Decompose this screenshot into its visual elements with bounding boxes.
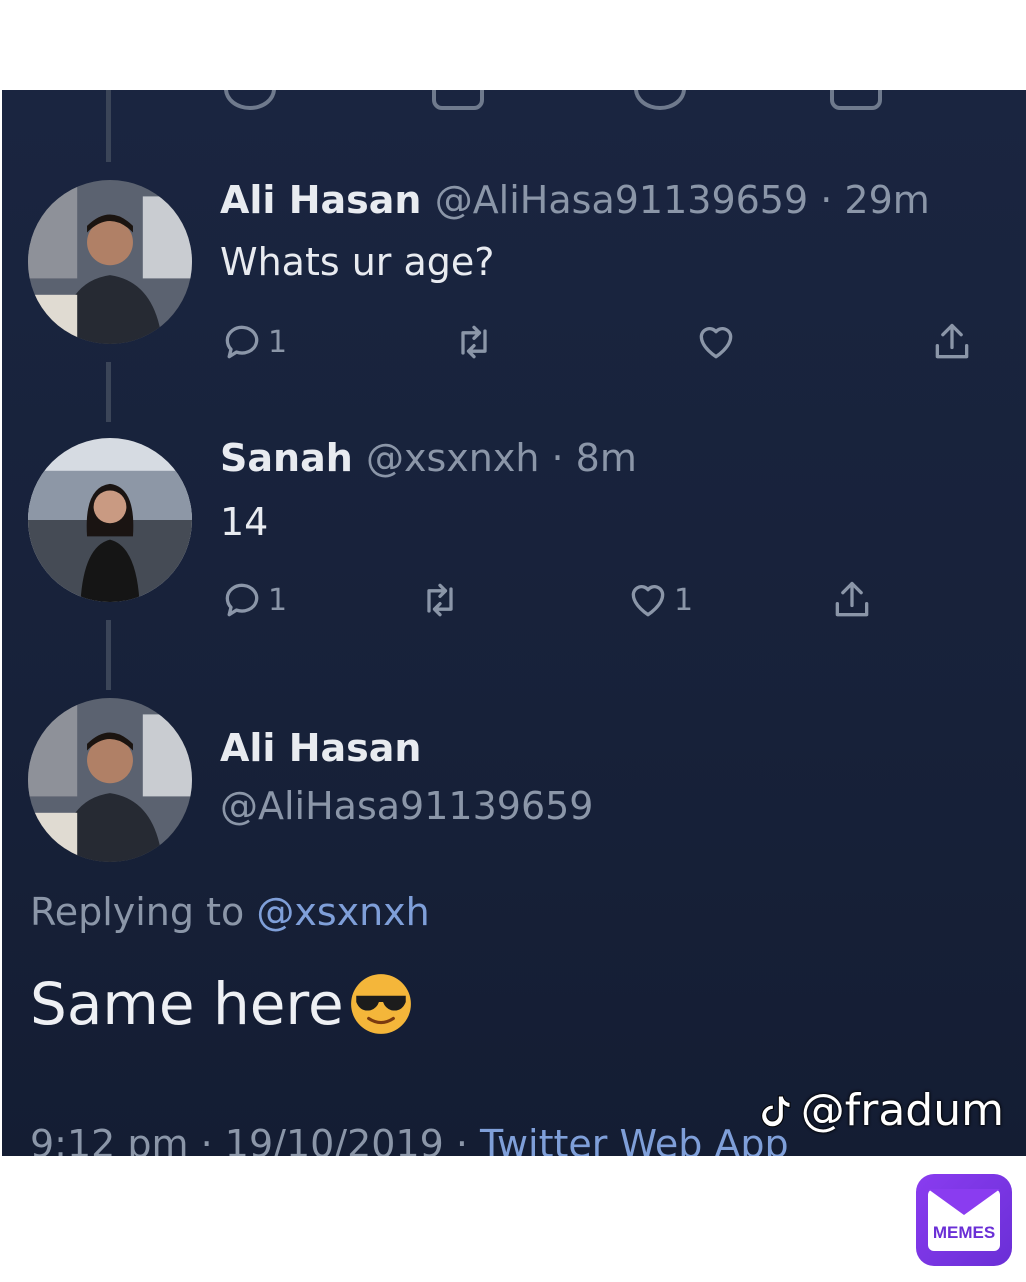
share-button[interactable] <box>930 320 974 364</box>
like-count: 1 <box>674 582 694 618</box>
main-tweet-body: Same here <box>30 970 344 1038</box>
like-button[interactable]: 1 <box>626 578 693 622</box>
tweet-timestamp: 9:12 pm · 19/10/2019 · Twitter Web App <box>30 1122 789 1156</box>
main-tweet-author-handle[interactable]: @AliHasa91139659 <box>220 784 593 828</box>
retweet-icon <box>461 325 487 359</box>
tweet-text: Whats ur age? <box>220 240 495 284</box>
previous-tweet-actions <box>2 90 1026 110</box>
like-icon[interactable] <box>634 90 686 110</box>
replying-to-label: Replying to <box>30 890 245 934</box>
heart-icon <box>631 585 665 617</box>
tweet-actions: 1 <box>220 320 1000 370</box>
memes-logo-text: MEMES <box>932 1223 996 1242</box>
tweet-author[interactable]: Ali Hasan @AliHasa91139659 · 29m <box>220 178 930 222</box>
avatar[interactable] <box>28 698 192 862</box>
share-icon <box>935 323 969 359</box>
retweet-icon[interactable] <box>432 90 484 110</box>
avatar-man-icon <box>28 180 192 344</box>
envelope-icon: MEMES <box>928 1189 1000 1251</box>
reply-icon <box>225 583 259 617</box>
main-tweet-text: Same here <box>30 970 414 1038</box>
reply-count: 1 <box>268 582 288 618</box>
avatar[interactable] <box>28 180 192 344</box>
thread-line <box>106 620 111 690</box>
thread-line <box>106 362 111 422</box>
share-button[interactable] <box>830 578 874 622</box>
avatar-woman-icon <box>28 438 192 602</box>
thread-line <box>106 90 111 162</box>
tweet-text: 14 <box>220 500 269 544</box>
tiktok-watermark: @fradum <box>755 1085 1004 1136</box>
tweet-thread-screenshot: Ali Hasan @AliHasa91139659 · 29m Whats u… <box>2 90 1026 1156</box>
replying-to: Replying to @xsxnxh <box>30 890 430 934</box>
author-name[interactable]: Ali Hasan <box>220 178 421 222</box>
reply-count: 1 <box>268 324 288 360</box>
reply-button[interactable]: 1 <box>220 578 287 622</box>
tiktok-icon <box>761 1095 791 1127</box>
sunglasses-emoji-icon <box>350 974 411 1034</box>
author-handle: @AliHasa91139659 · 29m <box>434 178 930 222</box>
retweet-button[interactable] <box>418 578 462 622</box>
avatar-man-icon <box>28 698 192 862</box>
share-icon <box>835 581 869 617</box>
main-tweet-author-name[interactable]: Ali Hasan <box>220 726 421 770</box>
tweet-source[interactable]: Twitter Web App <box>480 1122 789 1156</box>
tweet-author[interactable]: Sanah @xsxnxh · 8m <box>220 436 637 480</box>
retweet-icon <box>427 583 453 617</box>
reply-button[interactable]: 1 <box>220 320 287 364</box>
memes-app-logo[interactable]: MEMES <box>916 1174 1012 1266</box>
share-icon[interactable] <box>830 90 882 110</box>
heart-icon <box>699 327 733 359</box>
avatar[interactable] <box>28 438 192 602</box>
retweet-button[interactable] <box>452 320 496 364</box>
reply-icon[interactable] <box>224 90 276 110</box>
replying-to-mention[interactable]: @xsxnxh <box>256 890 429 934</box>
author-name[interactable]: Sanah <box>220 436 353 480</box>
author-handle: @xsxnxh · 8m <box>366 436 637 480</box>
like-button[interactable] <box>694 320 738 364</box>
watermark-handle: @fradum <box>800 1085 1004 1136</box>
reply-icon <box>225 325 259 359</box>
tweet-actions: 1 1 <box>220 578 900 628</box>
timestamp-text: 9:12 pm · 19/10/2019 · <box>30 1122 481 1156</box>
